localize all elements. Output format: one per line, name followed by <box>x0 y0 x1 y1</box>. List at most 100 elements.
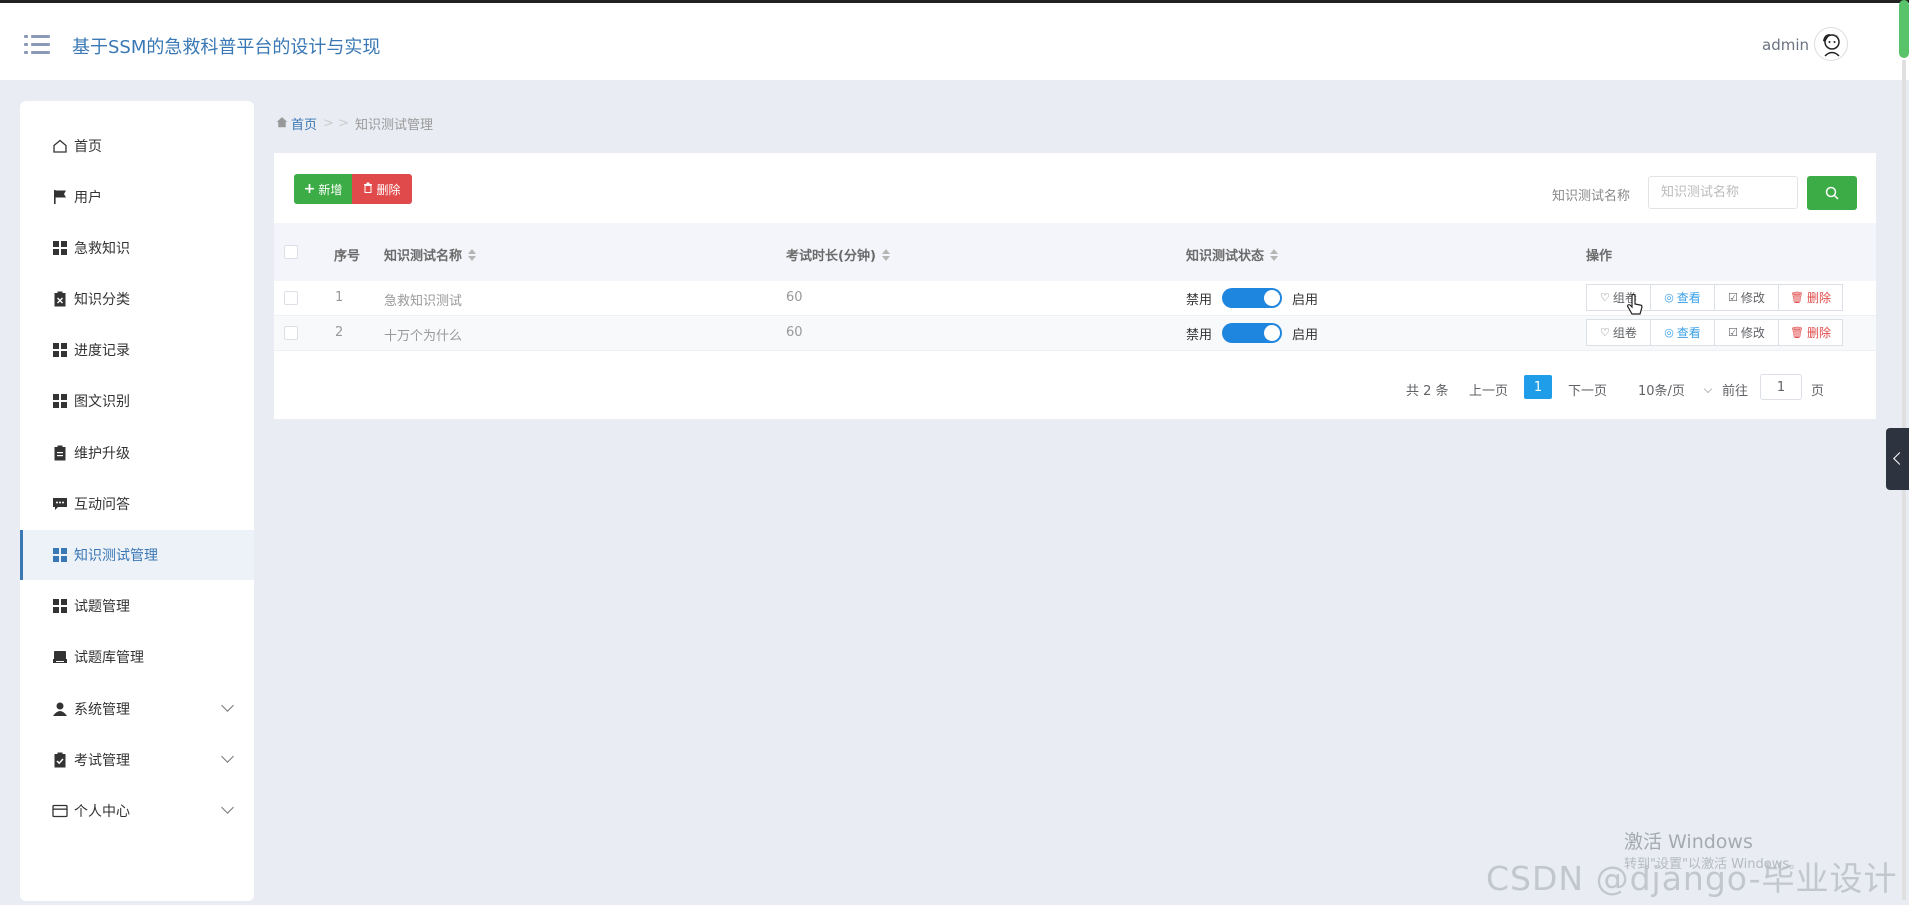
side-panel-toggle[interactable] <box>1886 428 1909 490</box>
breadcrumb-home[interactable]: 首页 <box>291 114 317 133</box>
sidebar-item-label: 个人中心 <box>74 804 130 820</box>
sidebar-item-label: 知识测试管理 <box>74 548 158 564</box>
plus-icon: + <box>303 181 316 197</box>
status-on-label: 启用 <box>1292 292 1319 308</box>
user-name[interactable]: admin <box>1762 36 1809 54</box>
grid-icon <box>52 342 68 358</box>
user-icon <box>52 701 68 717</box>
printer-icon <box>52 649 68 665</box>
sidebar-item-question-management[interactable]: 试题管理 <box>20 581 254 631</box>
sidebar-item-home[interactable]: 首页 <box>20 121 254 171</box>
cell-duration: 60 <box>786 325 803 340</box>
avatar[interactable] <box>1814 27 1848 61</box>
chevron-down-icon[interactable] <box>221 699 234 712</box>
sidebar-item-label: 系统管理 <box>74 702 130 718</box>
eye-icon: ◎ <box>1664 326 1674 339</box>
column-header-status[interactable]: 知识测试状态 <box>1186 245 1279 264</box>
add-button[interactable]: + 新增 <box>294 174 352 204</box>
sidebar-item-maintenance[interactable]: 维护升级 <box>20 428 254 478</box>
edit-button[interactable]: ☑ 修改 <box>1714 284 1779 311</box>
compose-paper-button[interactable]: ♡ 组卷 <box>1586 319 1651 346</box>
row-checkbox[interactable] <box>284 326 298 340</box>
sidebar-item-qa[interactable]: 互动问答 <box>20 479 254 529</box>
clipboard-icon <box>52 445 68 461</box>
home-icon <box>276 116 288 132</box>
sidebar-item-label: 图文识别 <box>74 394 130 410</box>
trash-icon: 🗑 <box>1790 326 1804 339</box>
view-button[interactable]: ◎ 查看 <box>1650 284 1715 311</box>
column-header-index: 序号 <box>334 249 361 264</box>
sidebar-item-label: 维护升级 <box>74 446 130 462</box>
grid-icon <box>52 547 68 563</box>
row-checkbox[interactable] <box>284 291 298 305</box>
status-toggle[interactable] <box>1222 323 1283 343</box>
page-1-button[interactable]: 1 <box>1524 375 1552 399</box>
chevron-down-icon <box>1703 384 1713 394</box>
sidebar-item-exam-management[interactable]: 考试管理 <box>20 735 254 785</box>
sidebar-item-label: 试题管理 <box>74 599 130 615</box>
select-all-checkbox[interactable] <box>284 245 298 259</box>
grid-icon <box>52 598 68 614</box>
pagination: 共 2 条 上一页 1 下一页 10条/页 前往 1 页 <box>274 374 1876 404</box>
cell-index: 1 <box>335 290 344 305</box>
sidebar-item-personal-center[interactable]: 个人中心 <box>20 786 254 836</box>
chevron-down-icon[interactable] <box>221 750 234 763</box>
sidebar-item-users[interactable]: 用户 <box>20 172 254 222</box>
sidebar-item-label: 进度记录 <box>74 343 130 359</box>
next-page-button[interactable]: 下一页 <box>1568 380 1607 399</box>
sort-icon[interactable] <box>1270 248 1279 261</box>
delete-row-button[interactable]: 🗑 删除 <box>1778 284 1843 311</box>
sidebar-item-question-bank[interactable]: 试题库管理 <box>20 632 254 682</box>
sidebar-item-first-aid-knowledge[interactable]: 急救知识 <box>20 223 254 273</box>
clipboard-check-icon <box>52 752 68 768</box>
status-switch-group: 禁用 启用 <box>1186 323 1318 343</box>
clipboard-x-icon <box>52 291 68 307</box>
pagination-total: 共 2 条 <box>1406 384 1449 399</box>
search-input[interactable] <box>1648 176 1798 209</box>
menu-toggle-icon[interactable] <box>24 33 50 55</box>
delete-button-label: 删除 <box>376 182 401 197</box>
sort-icon[interactable] <box>468 248 477 261</box>
sidebar-item-knowledge-test-management[interactable]: 知识测试管理 <box>20 530 254 580</box>
top-header: 基于SSM的急救科普平台的设计与实现 admin <box>0 0 1909 80</box>
sidebar-item-label: 首页 <box>74 139 102 155</box>
sidebar-item-knowledge-category[interactable]: 知识分类 <box>20 274 254 324</box>
view-button[interactable]: ◎ 查看 <box>1650 319 1715 346</box>
column-header-duration[interactable]: 考试时长(分钟) <box>786 245 890 264</box>
cell-name: 十万个为什么 <box>384 329 463 344</box>
chevron-down-icon[interactable] <box>221 801 234 814</box>
delete-row-button[interactable]: 🗑 删除 <box>1778 319 1843 346</box>
search-button[interactable] <box>1807 176 1857 210</box>
cell-name: 急救知识测试 <box>384 294 463 309</box>
windows-activation-subtitle: 转到"设置"以激活 Windows。 <box>1624 857 1803 872</box>
sort-icon[interactable] <box>881 248 890 261</box>
sidebar-item-image-recognition[interactable]: 图文识别 <box>20 376 254 426</box>
mouse-cursor-icon <box>1626 293 1644 322</box>
delete-button[interactable]: 删除 <box>352 174 412 204</box>
sidebar-item-label: 用户 <box>74 190 102 206</box>
sidebar-item-progress-records[interactable]: 进度记录 <box>20 325 254 375</box>
sidebar-item-label: 急救知识 <box>74 241 130 257</box>
status-off-label: 禁用 <box>1186 327 1213 343</box>
row-actions: ♡ 组卷 ◎ 查看 ☑ 修改 🗑 删除 <box>1586 284 1843 311</box>
table-header: 序号 知识测试名称 考试时长(分钟) 知识测试状态 操作 <box>274 223 1876 281</box>
prev-page-button[interactable]: 上一页 <box>1469 380 1508 399</box>
sidebar-item-label: 考试管理 <box>74 753 130 769</box>
goto-label: 前往 <box>1722 384 1749 399</box>
page-size-select[interactable]: 10条/页 <box>1638 380 1713 399</box>
goto-page-input[interactable]: 1 <box>1760 374 1802 400</box>
edit-button[interactable]: ☑ 修改 <box>1714 319 1779 346</box>
status-toggle[interactable] <box>1222 288 1283 308</box>
page-size-value: 10条/页 <box>1638 384 1685 399</box>
page-scrollbar-thumb[interactable] <box>1899 0 1909 58</box>
breadcrumb-separator: > > <box>323 116 349 131</box>
edit-icon: ☑ <box>1728 326 1738 339</box>
edit-icon: ☑ <box>1728 291 1738 304</box>
flag-icon <box>52 189 68 205</box>
trash-icon <box>363 182 373 196</box>
sidebar-item-system-management[interactable]: 系统管理 <box>20 684 254 734</box>
cell-index: 2 <box>335 325 344 340</box>
app-title: 基于SSM的急救科普平台的设计与实现 <box>72 37 381 58</box>
column-header-name[interactable]: 知识测试名称 <box>384 245 477 264</box>
breadcrumb-current: 知识测试管理 <box>354 118 433 133</box>
